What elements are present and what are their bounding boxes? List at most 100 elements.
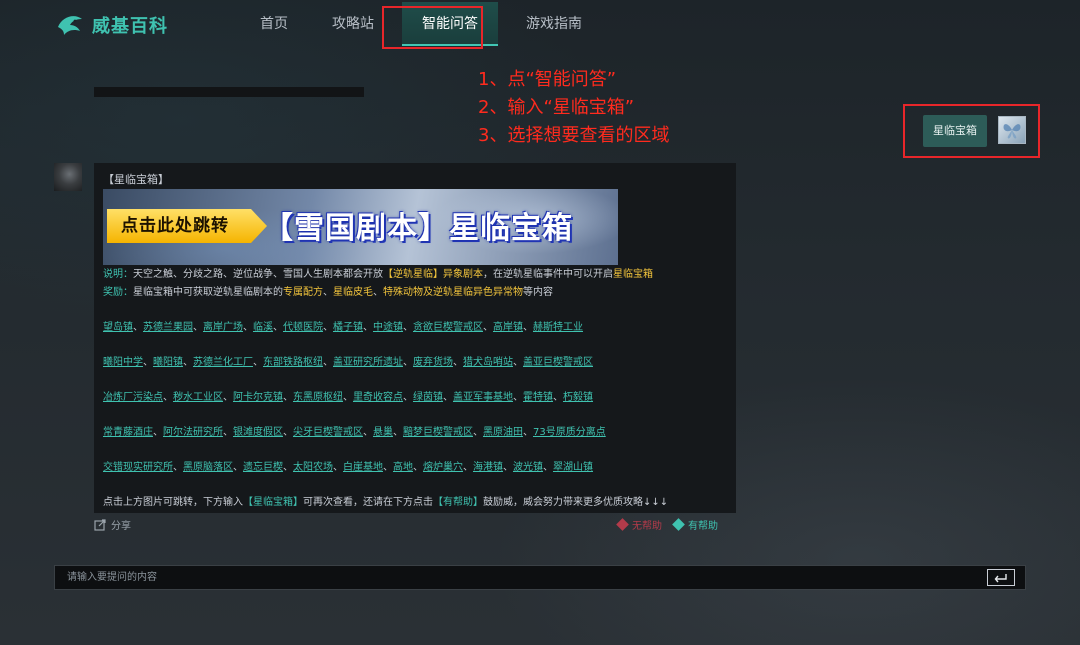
location-link[interactable]: 悬巢 — [373, 427, 393, 438]
location-row: 冶炼厂污染点、秽水工业区、阿卡尔克镇、东黑原枢纽、里奇收容点、绿茵镇、盖亚军事基… — [103, 389, 727, 407]
location-row: 曦阳中学、曦阳镇、苏德兰化工厂、东部铁路枢纽、盖亚研究所遗址、废弃货场、猎犬岛哨… — [103, 354, 727, 372]
location-link[interactable]: 高地 — [393, 462, 413, 473]
location-separator: 、 — [273, 322, 283, 333]
location-link[interactable]: 苏德兰化工厂 — [193, 357, 253, 368]
share-button[interactable]: 分享 — [94, 517, 131, 532]
location-link[interactable]: 废弃货场 — [413, 357, 453, 368]
reward-highlight: 专属配方 — [283, 287, 323, 298]
desc-text: 天空之触、分歧之路、逆位战争、雪国人生剧本都会开放 — [133, 269, 383, 280]
location-separator: 、 — [283, 462, 293, 473]
helpful-diamond-icon — [672, 518, 685, 531]
location-link[interactable]: 东部铁路枢纽 — [263, 357, 323, 368]
bot-answer-card: 【星临宝箱】 点击此处跳转 【雪国剧本】星临宝箱 说明：天空之触、分歧之路、逆位… — [94, 163, 736, 513]
location-separator: 、 — [163, 392, 173, 403]
location-separator: 、 — [253, 357, 263, 368]
desc-highlight: 【逆轨星临】异象剧本 — [383, 269, 483, 280]
location-link[interactable]: 白崖基地 — [343, 462, 383, 473]
location-link[interactable]: 曦阳镇 — [153, 357, 183, 368]
location-link[interactable]: 翠湖山镇 — [553, 462, 593, 473]
location-link[interactable]: 中途镇 — [373, 322, 403, 333]
location-link[interactable]: 盖亚巨楔警戒区 — [523, 357, 593, 368]
location-separator: 、 — [413, 462, 423, 473]
brand-name: 威基百科 — [92, 16, 168, 37]
answer-footer: 点击上方图片可跳转，下方输入【星临宝箱】可再次查看，还请在下方点击【有帮助】鼓励… — [103, 494, 727, 512]
location-link[interactable]: 常青藤酒庄 — [103, 427, 153, 438]
location-link[interactable]: 望岛镇 — [103, 322, 133, 333]
not-helpful-diamond-icon — [616, 518, 629, 531]
ghost-shark-logo-icon — [58, 16, 82, 35]
location-separator: 、 — [283, 427, 293, 438]
banner-jump-label: 点击此处跳转 — [107, 209, 267, 243]
location-link[interactable]: 临溪 — [253, 322, 273, 333]
location-link[interactable]: 代顿医院 — [283, 322, 323, 333]
location-link[interactable]: 阿尔法研究所 — [163, 427, 223, 438]
location-separator: 、 — [173, 462, 183, 473]
location-separator: 、 — [393, 427, 403, 438]
bot-avatar — [54, 163, 82, 191]
location-link[interactable]: 盖亚军事基地 — [453, 392, 513, 403]
not-helpful-label: 无帮助 — [632, 521, 662, 532]
location-separator: 、 — [523, 427, 533, 438]
location-link[interactable]: 苏德兰果园 — [143, 322, 193, 333]
location-link[interactable]: 遗忘巨楔 — [243, 462, 283, 473]
page-title-placeholder — [94, 87, 364, 97]
reward-text: 、 — [323, 287, 333, 298]
location-link[interactable]: 黯梦巨楔警戒区 — [403, 427, 473, 438]
not-helpful-button[interactable]: 无帮助 — [616, 517, 662, 532]
location-link[interactable]: 尖牙巨楔警戒区 — [293, 427, 363, 438]
location-link[interactable]: 阿卡尔克镇 — [233, 392, 283, 403]
location-separator: 、 — [323, 357, 333, 368]
location-link[interactable]: 银滩度假区 — [233, 427, 283, 438]
annotation-instructions: 1、点“智能问答” 2、输入“星临宝箱” 3、选择想要查看的区域 — [478, 66, 669, 150]
location-separator: 、 — [463, 462, 473, 473]
send-button[interactable] — [987, 569, 1015, 586]
location-link[interactable]: 赫斯特工业 — [533, 322, 583, 333]
location-separator: 、 — [223, 427, 233, 438]
nav-guides[interactable]: 攻略站 — [316, 0, 390, 48]
question-input[interactable] — [67, 569, 967, 586]
location-link[interactable]: 黑原油田 — [483, 427, 523, 438]
location-link[interactable]: 贪欲巨楔警戒区 — [413, 322, 483, 333]
location-link[interactable]: 交错现实研究所 — [103, 462, 173, 473]
location-link[interactable]: 朽毅镇 — [563, 392, 593, 403]
location-separator: 、 — [193, 322, 203, 333]
location-link[interactable]: 秽水工业区 — [173, 392, 223, 403]
answer-banner-image[interactable]: 点击此处跳转 【雪国剧本】星临宝箱 — [103, 189, 618, 265]
location-link[interactable]: 熔炉巢穴 — [423, 462, 463, 473]
brand-logo[interactable]: 威基百科 — [56, 12, 168, 38]
location-link[interactable]: 绿茵镇 — [413, 392, 443, 403]
helpful-label: 有帮助 — [688, 521, 718, 532]
location-row: 交错现实研究所、黑原脑落区、遗忘巨楔、太阳农场、白崖基地、高地、熔炉巢穴、海港镇… — [103, 459, 727, 477]
nav-home[interactable]: 首页 — [244, 0, 304, 48]
location-link[interactable]: 太阳农场 — [293, 462, 333, 473]
location-link-list: 望岛镇、苏德兰果园、离岸广场、临溪、代顿医院、橘子镇、中途镇、贪欲巨楔警戒区、高… — [103, 319, 727, 477]
location-link[interactable]: 海港镇 — [473, 462, 503, 473]
location-link[interactable]: 曦阳中学 — [103, 357, 143, 368]
location-link[interactable]: 黑原脑落区 — [183, 462, 233, 473]
footer-text: 鼓励威，威会努力带来更多优质攻略↓↓↓ — [483, 497, 669, 508]
location-link[interactable]: 波光镇 — [513, 462, 543, 473]
location-link[interactable]: 橘子镇 — [333, 322, 363, 333]
location-separator: 、 — [323, 322, 333, 333]
helpful-button[interactable]: 有帮助 — [672, 517, 718, 532]
reward-highlight: 星临皮毛 — [333, 287, 373, 298]
location-separator: 、 — [403, 392, 413, 403]
location-link[interactable]: 东黑原枢纽 — [293, 392, 343, 403]
location-separator: 、 — [403, 322, 413, 333]
location-link[interactable]: 猎犬岛哨站 — [463, 357, 513, 368]
share-label: 分享 — [111, 521, 131, 532]
desc-text: ，在逆轨星临事件中可以开启 — [483, 269, 613, 280]
location-link[interactable]: 离岸广场 — [203, 322, 243, 333]
location-link[interactable]: 盖亚研究所遗址 — [333, 357, 403, 368]
desc-highlight: 星临宝箱 — [613, 269, 653, 280]
answer-description: 说明：天空之触、分歧之路、逆位战争、雪国人生剧本都会开放【逆轨星临】异象剧本，在… — [103, 266, 727, 284]
location-link[interactable]: 73号原质分离点 — [533, 427, 606, 438]
instruction-step-3: 3、选择想要查看的区域 — [478, 125, 670, 146]
nav-game-guide[interactable]: 游戏指南 — [510, 0, 598, 48]
location-link[interactable]: 高岸镇 — [493, 322, 523, 333]
location-separator: 、 — [233, 462, 243, 473]
location-link[interactable]: 冶炼厂污染点 — [103, 392, 163, 403]
location-link[interactable]: 霍特镇 — [523, 392, 553, 403]
location-link[interactable]: 里奇收容点 — [353, 392, 403, 403]
location-separator: 、 — [473, 427, 483, 438]
